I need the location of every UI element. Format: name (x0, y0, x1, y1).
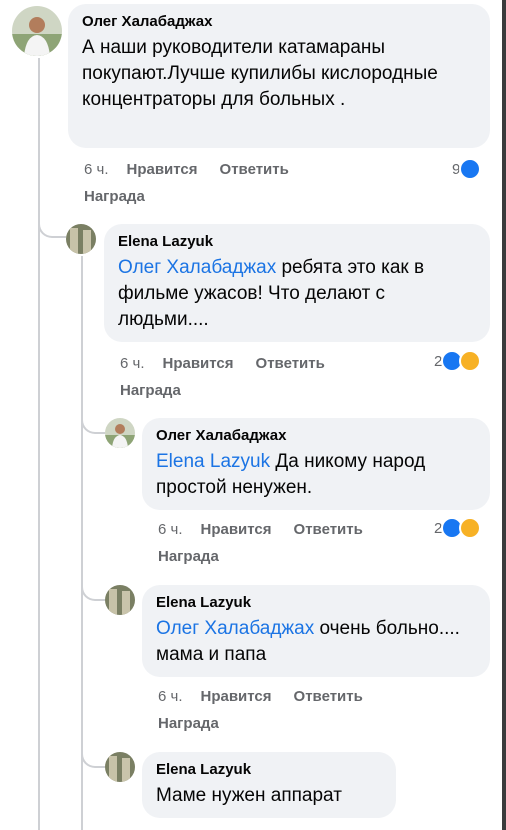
comment-time[interactable]: 6 ч. (158, 688, 183, 705)
comment-author[interactable]: Elena Lazyuk (156, 760, 382, 780)
thread-elbow (38, 220, 66, 238)
comment-body: А наши руководители катамараны покупают.… (82, 37, 438, 110)
like-button[interactable]: Нравится (201, 521, 272, 538)
comment-body: Маме нужен аппарат (156, 785, 342, 806)
avatar[interactable] (105, 585, 135, 615)
avatar[interactable] (105, 418, 135, 448)
award-button[interactable]: Награда (158, 548, 219, 565)
comment-author[interactable]: Олег Халабаджах (156, 426, 476, 446)
reaction-summary[interactable]: 9 (452, 158, 482, 180)
comment-author[interactable]: Elena Lazyuk (118, 232, 476, 252)
mention-link[interactable]: Олег Халабаджах (156, 618, 314, 639)
comment-time[interactable]: 6 ч. (158, 521, 183, 538)
like-button[interactable]: Нравится (201, 688, 272, 705)
thread-line-level-0 (38, 58, 40, 830)
thread-elbow (81, 583, 105, 601)
avatar-photo-icon (105, 752, 135, 782)
comment-text: Elena Lazyuk Да никому народ простой нен… (156, 449, 476, 501)
comment-text: Олег Халабаджах ребята это как в фильме … (118, 255, 476, 333)
like-icon (459, 158, 482, 180)
comment-bubble: Elena Lazyuk Олег Халабаджах очень больн… (142, 585, 490, 677)
reaction-summary[interactable]: 2 (434, 517, 482, 539)
thread-elbow (81, 416, 105, 434)
award-button[interactable]: Награда (120, 382, 181, 399)
comment-bubble: Elena Lazyuk Маме нужен аппарат (142, 752, 396, 818)
mention-link[interactable]: Олег Халабаджах (118, 257, 276, 278)
reply-button[interactable]: Ответить (256, 355, 325, 372)
comment-actions: 6 ч. Нравится Ответить (120, 354, 347, 374)
avatar[interactable] (12, 6, 62, 56)
comment-text: Маме нужен аппарат (156, 783, 382, 809)
avatar-photo-icon (66, 224, 96, 254)
comment-time[interactable]: 6 ч. (120, 355, 145, 372)
avatar[interactable] (66, 224, 96, 254)
comment-actions: 6 ч. Нравится Ответить (158, 520, 385, 540)
comment-actions: 6 ч. Нравится Ответить (158, 687, 385, 707)
reply-button[interactable]: Ответить (294, 521, 363, 538)
comment-time[interactable]: 6 ч. (84, 161, 109, 178)
award-button[interactable]: Награда (84, 188, 145, 205)
award-button[interactable]: Награда (158, 715, 219, 732)
avatar-photo-icon (105, 585, 135, 615)
comment-author[interactable]: Elena Lazyuk (156, 593, 476, 613)
like-button[interactable]: Нравится (127, 161, 198, 178)
comment-bubble: Elena Lazyuk Олег Халабаджах ребята это … (104, 224, 490, 342)
reply-button[interactable]: Ответить (294, 688, 363, 705)
reply-button[interactable]: Ответить (220, 161, 289, 178)
sad-icon (459, 517, 482, 539)
comment-text: А наши руководители катамараны покупают.… (82, 35, 476, 113)
comment-bubble: Олег Халабаджах А наши руководители ката… (68, 4, 490, 148)
avatar[interactable] (105, 752, 135, 782)
avatar-photo-icon (105, 418, 135, 448)
like-button[interactable]: Нравится (163, 355, 234, 372)
thread-elbow (81, 750, 105, 768)
comment-bubble: Олег Халабаджах Elena Lazyuk Да никому н… (142, 418, 490, 510)
avatar-photo-icon (12, 6, 62, 56)
window-edge (502, 0, 506, 830)
comment-text: Олег Халабаджах очень больно.... мама и … (156, 616, 476, 668)
thread-line-level-1 (81, 256, 83, 830)
comment-actions: 6 ч. Нравится Ответить (84, 160, 311, 180)
reaction-summary[interactable]: 2 (434, 350, 482, 372)
comment-author[interactable]: Олег Халабаджах (82, 12, 476, 32)
sad-icon (459, 350, 482, 372)
mention-link[interactable]: Elena Lazyuk (156, 451, 270, 472)
